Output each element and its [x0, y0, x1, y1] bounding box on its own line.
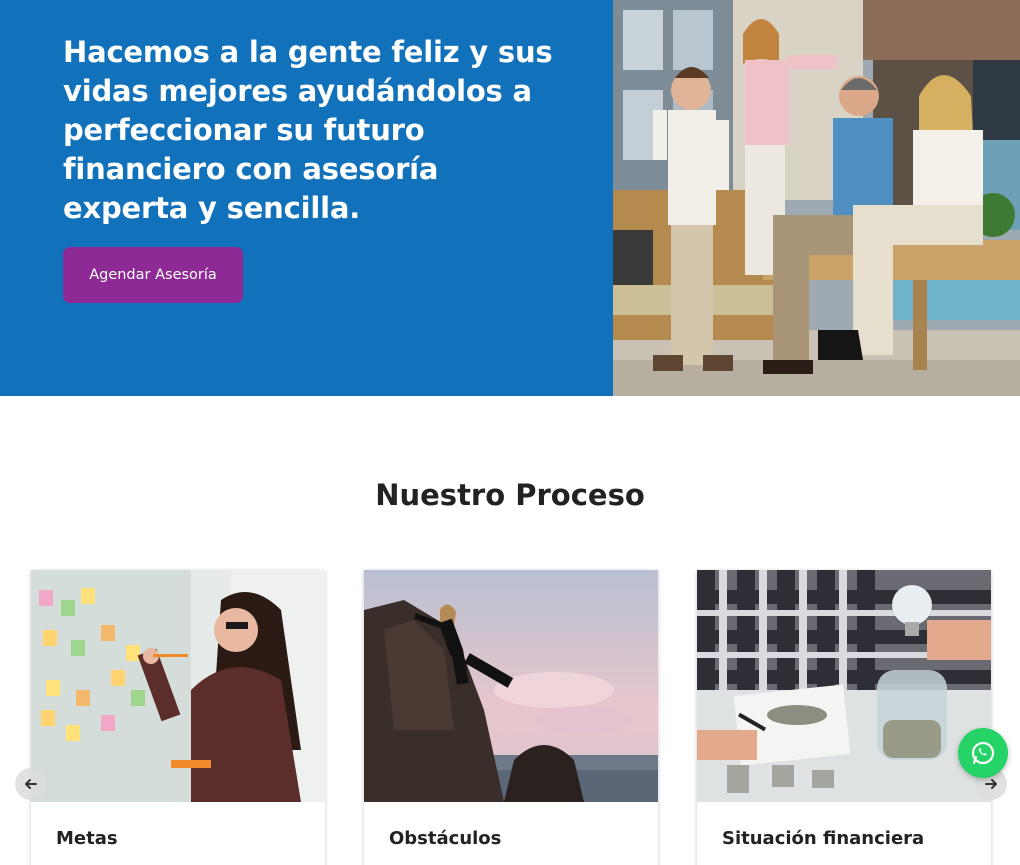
card-title: Situación financiera [722, 828, 925, 849]
arrow-right-icon [985, 779, 997, 789]
process-card-goals[interactable]: Metas [31, 570, 325, 865]
whatsapp-icon [971, 741, 995, 765]
hero-text-panel: Hacemos a la gente feliz y sus vidas mej… [0, 0, 613, 396]
obstacles-image [364, 570, 658, 802]
arrow-left-icon [25, 779, 37, 789]
financial-situation-image [697, 570, 991, 802]
carousel-prev-button[interactable] [15, 768, 47, 800]
card-title: Metas [56, 828, 118, 849]
page: Hacemos a la gente feliz y sus vidas mej… [0, 0, 1020, 865]
schedule-consultation-button[interactable]: Agendar Asesoría [63, 247, 243, 303]
hero-section: Hacemos a la gente feliz y sus vidas mej… [0, 0, 1020, 396]
card-title: Obstáculos [389, 828, 502, 849]
hero-headline: Hacemos a la gente feliz y sus vidas mej… [63, 35, 553, 225]
process-section-title: Nuestro Proceso [375, 478, 645, 512]
process-card-financial-situation[interactable]: Situación financiera [697, 570, 991, 865]
whatsapp-chat-button[interactable] [958, 728, 1008, 778]
goals-image [31, 570, 325, 802]
process-card-obstacles[interactable]: Obstáculos [364, 570, 658, 865]
hero-family-photo [613, 0, 1020, 396]
